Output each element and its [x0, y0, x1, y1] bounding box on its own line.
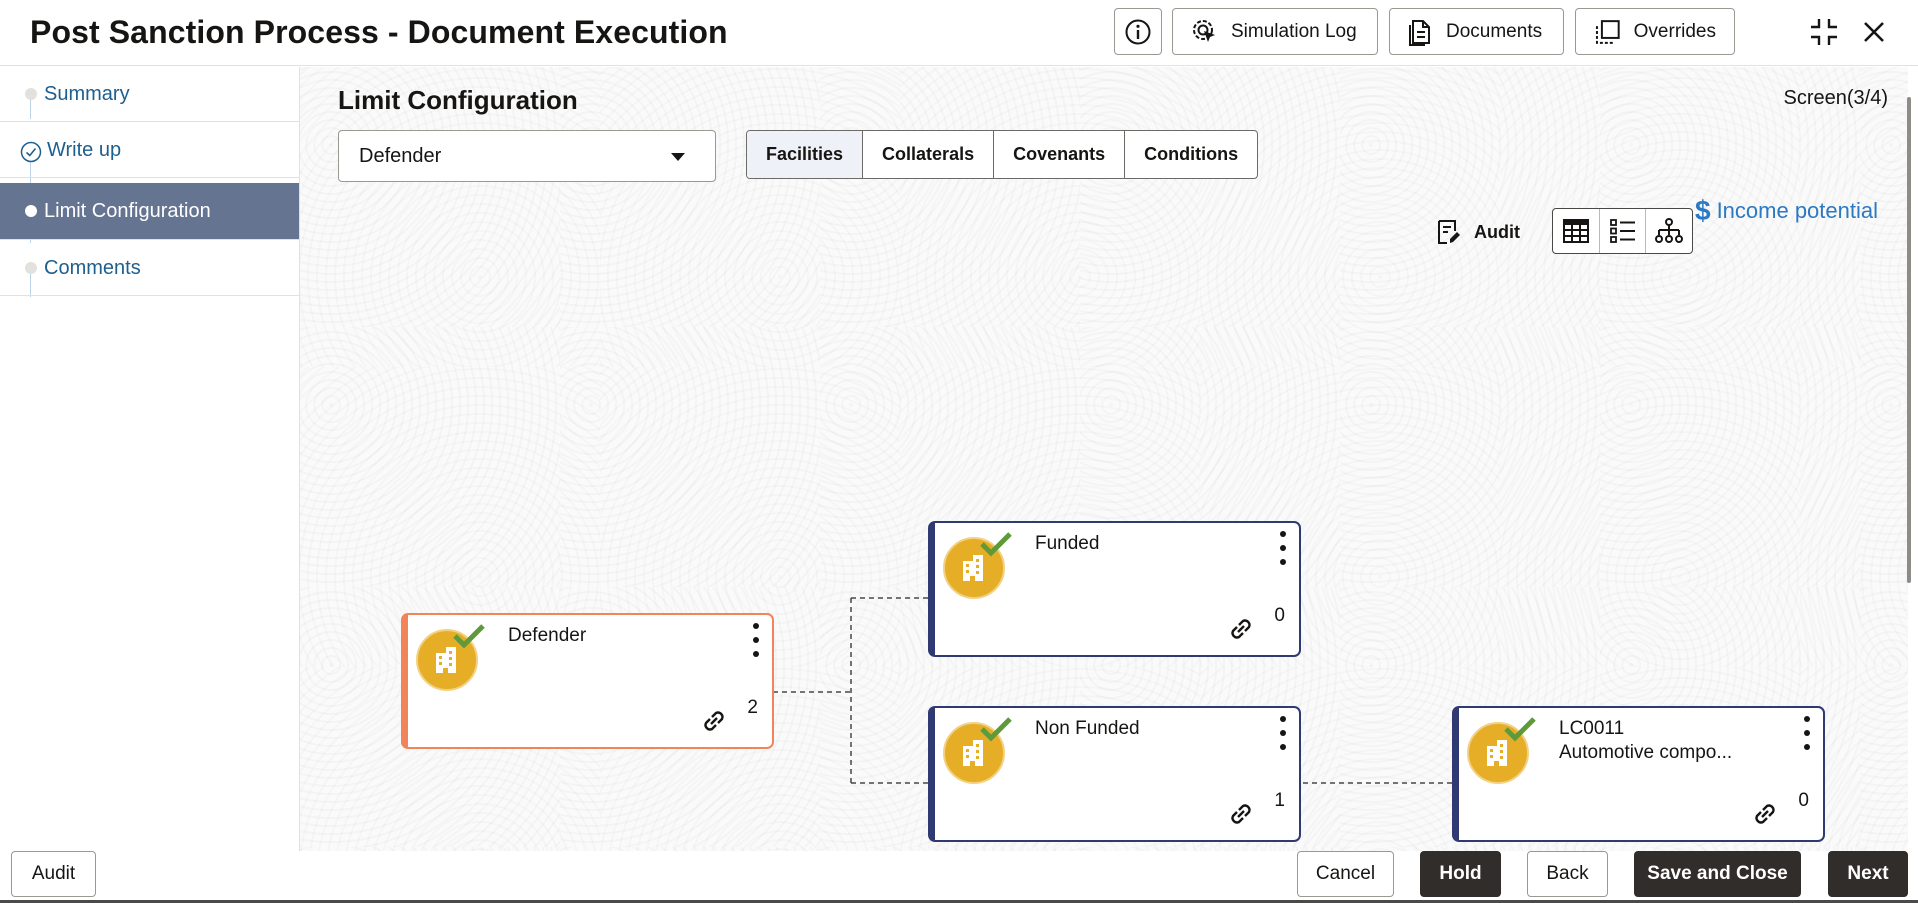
page-footer: Audit Cancel Hold Back Save and Close Ne… — [0, 851, 1918, 903]
main-content: Limit Configuration Screen(3/4) Defender… — [300, 67, 1908, 851]
documents-button[interactable]: Documents — [1389, 8, 1564, 55]
sidebar-item-write-up[interactable]: Write up — [0, 123, 299, 178]
link-count: 0 — [1798, 790, 1809, 811]
check-icon — [453, 624, 485, 649]
link-icon — [704, 711, 724, 731]
status-dot — [25, 262, 37, 274]
minimize-icon[interactable] — [1806, 14, 1842, 50]
link-count: 2 — [747, 697, 758, 718]
audit-button[interactable]: Audit — [11, 851, 96, 897]
sidebar-item-comments[interactable]: Comments — [0, 241, 299, 296]
cancel-button[interactable]: Cancel — [1297, 851, 1394, 897]
simulation-log-button[interactable]: Simulation Log — [1172, 8, 1378, 55]
sidebar-item-label: Limit Configuration — [44, 199, 211, 222]
check-icon — [980, 532, 1012, 557]
close-icon[interactable] — [1856, 14, 1892, 50]
hold-button[interactable]: Hold — [1420, 851, 1501, 897]
sidebar-item-label: Comments — [44, 256, 141, 279]
node-description: Automotive compo... — [1559, 742, 1733, 763]
sidebar-item-label: Write up — [47, 138, 122, 161]
sidebar-item-limit-configuration[interactable]: Limit Configuration — [0, 183, 299, 240]
sidebar-item-summary[interactable]: Summary — [0, 67, 299, 122]
page-title: Post Sanction Process - Document Executi… — [30, 14, 728, 50]
overrides-button[interactable]: Overrides — [1575, 8, 1735, 55]
train-stop-sidebar: Summary Write up Limit Configuration Com… — [0, 67, 300, 851]
tree-node-non-funded[interactable]: Non Funded 1 — [928, 706, 1301, 842]
link-icon — [1231, 804, 1251, 824]
link-icon — [1231, 619, 1251, 639]
status-dot — [25, 205, 37, 217]
link-count: 1 — [1274, 790, 1285, 811]
tree-node-defender[interactable]: Defender 2 — [401, 613, 774, 749]
more-options-icon[interactable] — [1277, 716, 1289, 750]
more-options-icon[interactable] — [1801, 716, 1813, 750]
node-name: Non Funded — [1035, 718, 1140, 739]
info-icon — [1125, 19, 1151, 44]
simulation-log-icon — [1193, 19, 1215, 42]
check-icon — [1504, 717, 1536, 742]
save-and-close-button[interactable]: Save and Close — [1634, 851, 1801, 897]
tree-node-lc0011[interactable]: LC0011 Automotive compo... 0 — [1452, 706, 1825, 842]
more-options-icon[interactable] — [1277, 531, 1289, 565]
tree-node-funded[interactable]: Funded 0 — [928, 521, 1301, 657]
back-button[interactable]: Back — [1527, 851, 1608, 897]
node-name: Defender — [508, 625, 587, 646]
documents-label: Documents — [1446, 20, 1543, 42]
check-icon — [980, 717, 1012, 742]
link-count: 0 — [1274, 605, 1285, 626]
page-header: Post Sanction Process - Document Executi… — [0, 0, 1918, 66]
status-dot — [25, 88, 37, 100]
link-icon — [1755, 804, 1775, 824]
next-button[interactable]: Next — [1828, 851, 1908, 897]
overrides-label: Overrides — [1633, 20, 1716, 42]
completed-check-icon — [20, 141, 42, 163]
info-button[interactable] — [1114, 8, 1162, 55]
more-options-icon[interactable] — [750, 623, 762, 657]
vertical-scrollbar[interactable] — [1907, 97, 1911, 583]
simulation-log-label: Simulation Log — [1231, 20, 1357, 42]
documents-icon — [1409, 19, 1430, 46]
node-name: Funded — [1035, 533, 1100, 554]
node-name: LC0011 — [1559, 718, 1625, 739]
overrides-icon — [1595, 19, 1620, 44]
sidebar-item-label: Summary — [44, 82, 130, 105]
